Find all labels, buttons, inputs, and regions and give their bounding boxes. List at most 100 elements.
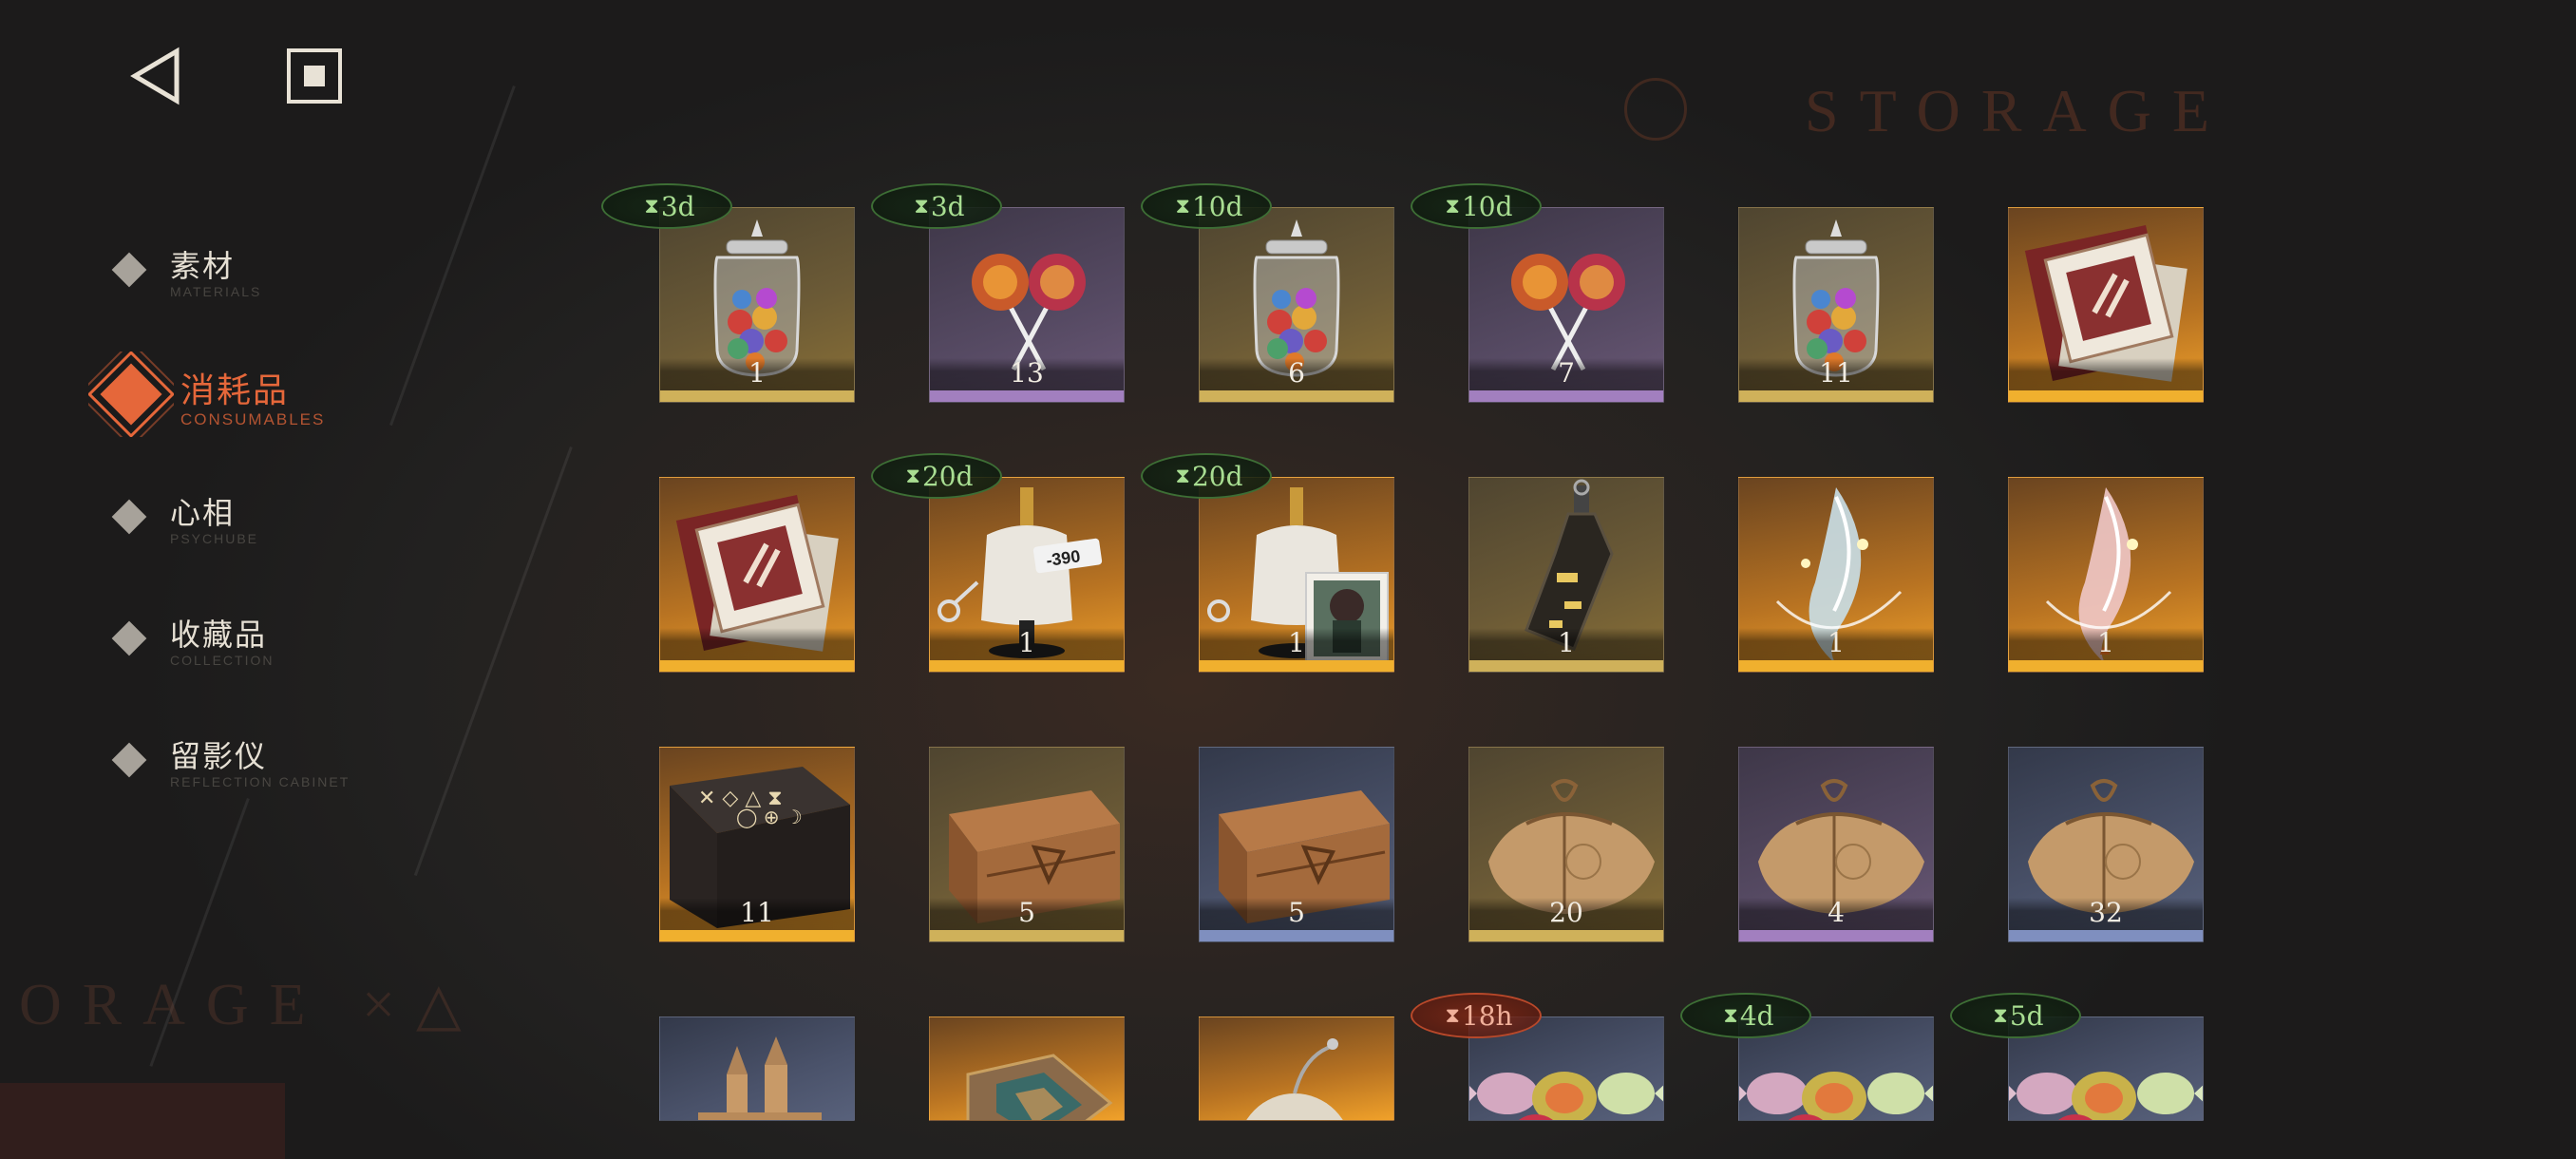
sidebar-item-sublabel: REFLECTION CABINET	[170, 774, 350, 789]
inventory-item[interactable]: 1	[2008, 477, 2204, 673]
rarity-strip	[1739, 390, 1933, 402]
rarity-strip	[1469, 930, 1663, 941]
sidebar-item-label: 素材	[170, 248, 236, 284]
item-quantity: 1	[1558, 627, 1575, 658]
sidebar-item-psychube[interactable]: 心相 PSYCHUBE	[90, 489, 404, 546]
inventory-item[interactable]	[1199, 1016, 1394, 1121]
sidebar-item-reflection[interactable]: 留影仪 REFLECTION CABINET	[90, 732, 404, 789]
inventory-item[interactable]: ⧗ 5d	[1950, 993, 2204, 1121]
inventory-item[interactable]	[929, 1016, 1125, 1121]
expiry-timer-badge: ⧗ 4d	[1680, 993, 1811, 1038]
hourglass-icon: ⧗	[914, 194, 929, 218]
timer-value: 4d	[1739, 999, 1774, 1032]
expiry-timer-badge: ⧗ 5d	[1950, 993, 2081, 1038]
item-quantity: 6	[1288, 357, 1305, 389]
inventory-item[interactable]: 1 ⧗ 20d	[1141, 453, 1394, 673]
timer-value: 18h	[1461, 999, 1513, 1032]
inventory-item[interactable]: 5	[1199, 747, 1394, 942]
inventory-item[interactable]: 1	[1738, 477, 1934, 673]
item-quantity: 11	[1819, 357, 1853, 389]
inventory-item[interactable]: 13 ⧗ 3d	[871, 183, 1125, 403]
hourglass-icon: ⧗	[644, 194, 659, 218]
sidebar-item-sublabel: CONSUMABLES	[180, 410, 326, 428]
storage-emblem-icon	[1624, 78, 1687, 141]
expiry-timer-badge: ⧗ 20d	[1141, 453, 1272, 499]
item-quantity: 4	[1828, 897, 1845, 928]
inventory-item[interactable]: 4	[1738, 747, 1934, 942]
sidebar-item-consumables[interactable]: 消耗品 CONSUMABLES	[180, 363, 465, 429]
timer-value: 5d	[2009, 999, 2044, 1032]
rarity-strip	[1200, 660, 1393, 672]
sidebar-item-sublabel: MATERIALS	[170, 284, 262, 299]
expiry-timer-badge: ⧗ 3d	[871, 183, 1002, 229]
diamond-icon	[111, 742, 147, 778]
inventory-item[interactable]: 5	[929, 747, 1125, 942]
hourglass-icon: ⧗	[1175, 464, 1190, 488]
rarity-strip	[660, 390, 854, 402]
sidebar-item-sublabel: PSYCHUBE	[170, 531, 259, 546]
rarity-strip	[1200, 390, 1393, 402]
rarity-strip	[2009, 930, 2203, 941]
mask-bomb-icon	[1200, 1017, 1393, 1120]
rarity-strip	[1739, 660, 1933, 672]
inventory-item[interactable]: 7 ⧗ 10d	[1411, 183, 1664, 403]
rarity-strip	[660, 660, 854, 672]
timer-value: 3d	[660, 190, 695, 222]
timer-value: 20d	[1191, 460, 1243, 492]
storage-background-text: ORAGE ×△	[19, 973, 483, 1037]
diamond-icon	[111, 499, 147, 535]
background-shape	[0, 1083, 285, 1159]
item-quantity: 1	[1828, 627, 1845, 658]
inventory-item[interactable]: 11	[1738, 207, 1934, 403]
inventory-item[interactable]	[659, 1016, 855, 1121]
inventory-item[interactable]: 1	[1468, 477, 1664, 673]
inventory-item[interactable]: ✕ ◇ △ ⧗ ◯ ⊕ ☽ 11	[659, 747, 855, 942]
storage-background-title: STORAGE	[1805, 77, 2230, 144]
background-line	[413, 446, 573, 877]
rarity-strip	[1739, 930, 1933, 941]
puzzle-box-icon	[930, 1017, 1124, 1120]
sidebar-item-collection[interactable]: 收藏品 COLLECTION	[90, 611, 404, 668]
hourglass-icon: ⧗	[1445, 1003, 1460, 1028]
item-quantity: 13	[1010, 357, 1044, 389]
svg-text:◯ ⊕ ☽: ◯ ⊕ ☽	[736, 806, 803, 828]
sidebar-item-label: 消耗品	[180, 371, 290, 410]
inventory-item[interactable]: ⧗ 4d	[1680, 993, 1934, 1121]
inventory-item[interactable]: 20	[1468, 747, 1664, 942]
timer-value: 10d	[1461, 190, 1513, 222]
item-quantity: 32	[2089, 897, 2123, 928]
item-quantity: 5	[1288, 897, 1305, 928]
back-triangle-icon	[130, 47, 180, 105]
rarity-strip	[930, 390, 1124, 402]
hourglass-icon: ⧗	[1993, 1003, 2008, 1028]
home-button[interactable]	[280, 42, 349, 110]
inventory-item[interactable]	[2008, 207, 2204, 403]
inventory-item[interactable]: 1 ⧗ 3d	[601, 183, 855, 403]
inventory-item[interactable]: ⧗ 18h	[1411, 993, 1664, 1121]
item-quantity: 1	[2097, 627, 2114, 658]
item-quantity: 20	[1549, 897, 1583, 928]
sidebar-item-materials[interactable]: 素材 MATERIALS	[90, 242, 404, 299]
sandcastle-icon	[660, 1017, 854, 1120]
rarity-strip	[1469, 390, 1663, 402]
inventory-item[interactable]: 32	[2008, 747, 2204, 942]
diamond-icon	[111, 620, 147, 656]
rarity-strip	[930, 660, 1124, 672]
sidebar-item-label: 留影仪	[170, 738, 268, 774]
rarity-strip	[1469, 660, 1663, 672]
hourglass-icon: ⧗	[1445, 194, 1460, 218]
rarity-strip	[2009, 660, 2203, 672]
rarity-strip	[930, 930, 1124, 941]
rarity-strip	[660, 930, 854, 941]
item-quantity: 7	[1558, 357, 1575, 389]
back-button[interactable]	[123, 42, 192, 110]
inventory-item[interactable]: 6 ⧗ 10d	[1141, 183, 1394, 403]
diamond-icon	[111, 252, 147, 288]
sidebar-item-sublabel: COLLECTION	[170, 653, 275, 668]
home-square-icon	[287, 48, 342, 104]
inventory-item[interactable]	[659, 477, 855, 673]
timer-value: 10d	[1191, 190, 1243, 222]
hourglass-icon: ⧗	[1723, 1003, 1738, 1028]
inventory-item[interactable]: -390 1 ⧗ 20d	[871, 453, 1125, 673]
item-quantity: 11	[740, 897, 774, 928]
